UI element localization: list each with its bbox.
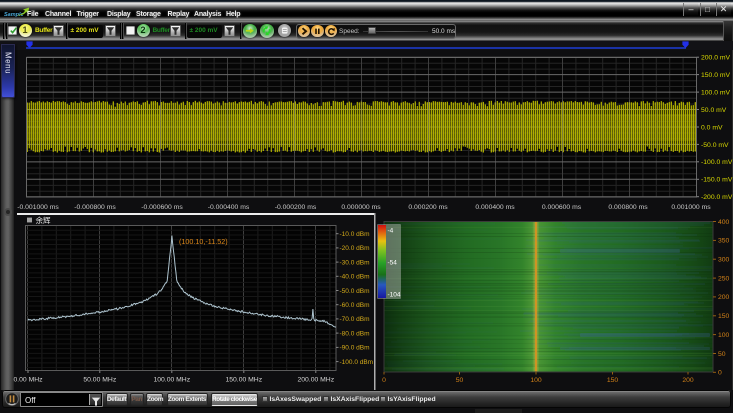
svg-text:-0.001000 ms: -0.001000 ms — [17, 204, 59, 211]
svg-text:-50.0 dBm: -50.0 dBm — [340, 288, 370, 295]
svg-text:-4: -4 — [388, 228, 394, 235]
svg-text:150.0 mV: 150.0 mV — [701, 72, 731, 79]
svg-text:250: 250 — [718, 275, 730, 282]
svg-text:-80.0 dBm: -80.0 dBm — [340, 330, 370, 337]
svg-text:-60.0 dBm: -60.0 dBm — [340, 302, 370, 309]
svg-text:100: 100 — [530, 377, 542, 384]
svg-text:-54: -54 — [388, 260, 398, 267]
svg-text:50: 50 — [718, 351, 726, 358]
svg-text:-40.0 dBm: -40.0 dBm — [340, 274, 370, 281]
svg-text:50: 50 — [456, 377, 464, 384]
svg-text:400: 400 — [718, 219, 730, 226]
svg-text:0.0 mV: 0.0 mV — [701, 124, 723, 131]
svg-text:-100.0 mV: -100.0 mV — [701, 159, 733, 166]
svg-text:200: 200 — [682, 377, 694, 384]
svg-text:150: 150 — [607, 377, 619, 384]
svg-text:200.00 MHz: 200.00 MHz — [297, 377, 334, 384]
svg-text:-50.0 mV: -50.0 mV — [701, 142, 729, 149]
svg-text:-0.000600 ms: -0.000600 ms — [141, 204, 183, 211]
svg-text:-70.0 dBm: -70.0 dBm — [340, 316, 370, 323]
svg-text:(100.10,-11.52): (100.10,-11.52) — [179, 237, 228, 246]
svg-text:200: 200 — [718, 294, 730, 301]
svg-text:-200.0 mV: -200.0 mV — [701, 194, 733, 201]
svg-text:-0.000400 ms: -0.000400 ms — [208, 204, 250, 211]
svg-text:100.0 mV: 100.0 mV — [701, 90, 731, 97]
svg-text:余辉: 余辉 — [36, 215, 51, 225]
svg-text:-30.0 dBm: -30.0 dBm — [340, 259, 370, 266]
svg-text:150.00 MHz: 150.00 MHz — [225, 377, 262, 384]
svg-text:-20.0 dBm: -20.0 dBm — [340, 245, 370, 252]
svg-text:-104: -104 — [388, 292, 401, 299]
svg-text:-100.0 dBm: -100.0 dBm — [340, 359, 374, 366]
svg-text:-10.0 dBm: -10.0 dBm — [340, 231, 370, 238]
svg-text:300: 300 — [718, 257, 730, 264]
svg-text:0: 0 — [382, 377, 386, 384]
svg-text:200.0 mV: 200.0 mV — [701, 55, 731, 62]
svg-text:50.0 mV: 50.0 mV — [701, 107, 727, 114]
svg-text:100: 100 — [718, 332, 730, 339]
svg-text:0: 0 — [718, 370, 722, 377]
svg-text:-0.000800 ms: -0.000800 ms — [74, 204, 116, 211]
svg-text:150: 150 — [718, 313, 730, 320]
svg-text:100.00 MHz: 100.00 MHz — [153, 377, 190, 384]
svg-text:0.00 MHz: 0.00 MHz — [13, 377, 43, 384]
svg-text:-150.0 mV: -150.0 mV — [701, 177, 733, 184]
svg-text:350: 350 — [718, 238, 730, 245]
svg-text:50.00 MHz: 50.00 MHz — [83, 377, 116, 384]
svg-text:-0.000200 ms: -0.000200 ms — [275, 204, 317, 211]
svg-text:-90.0 dBm: -90.0 dBm — [340, 345, 370, 352]
